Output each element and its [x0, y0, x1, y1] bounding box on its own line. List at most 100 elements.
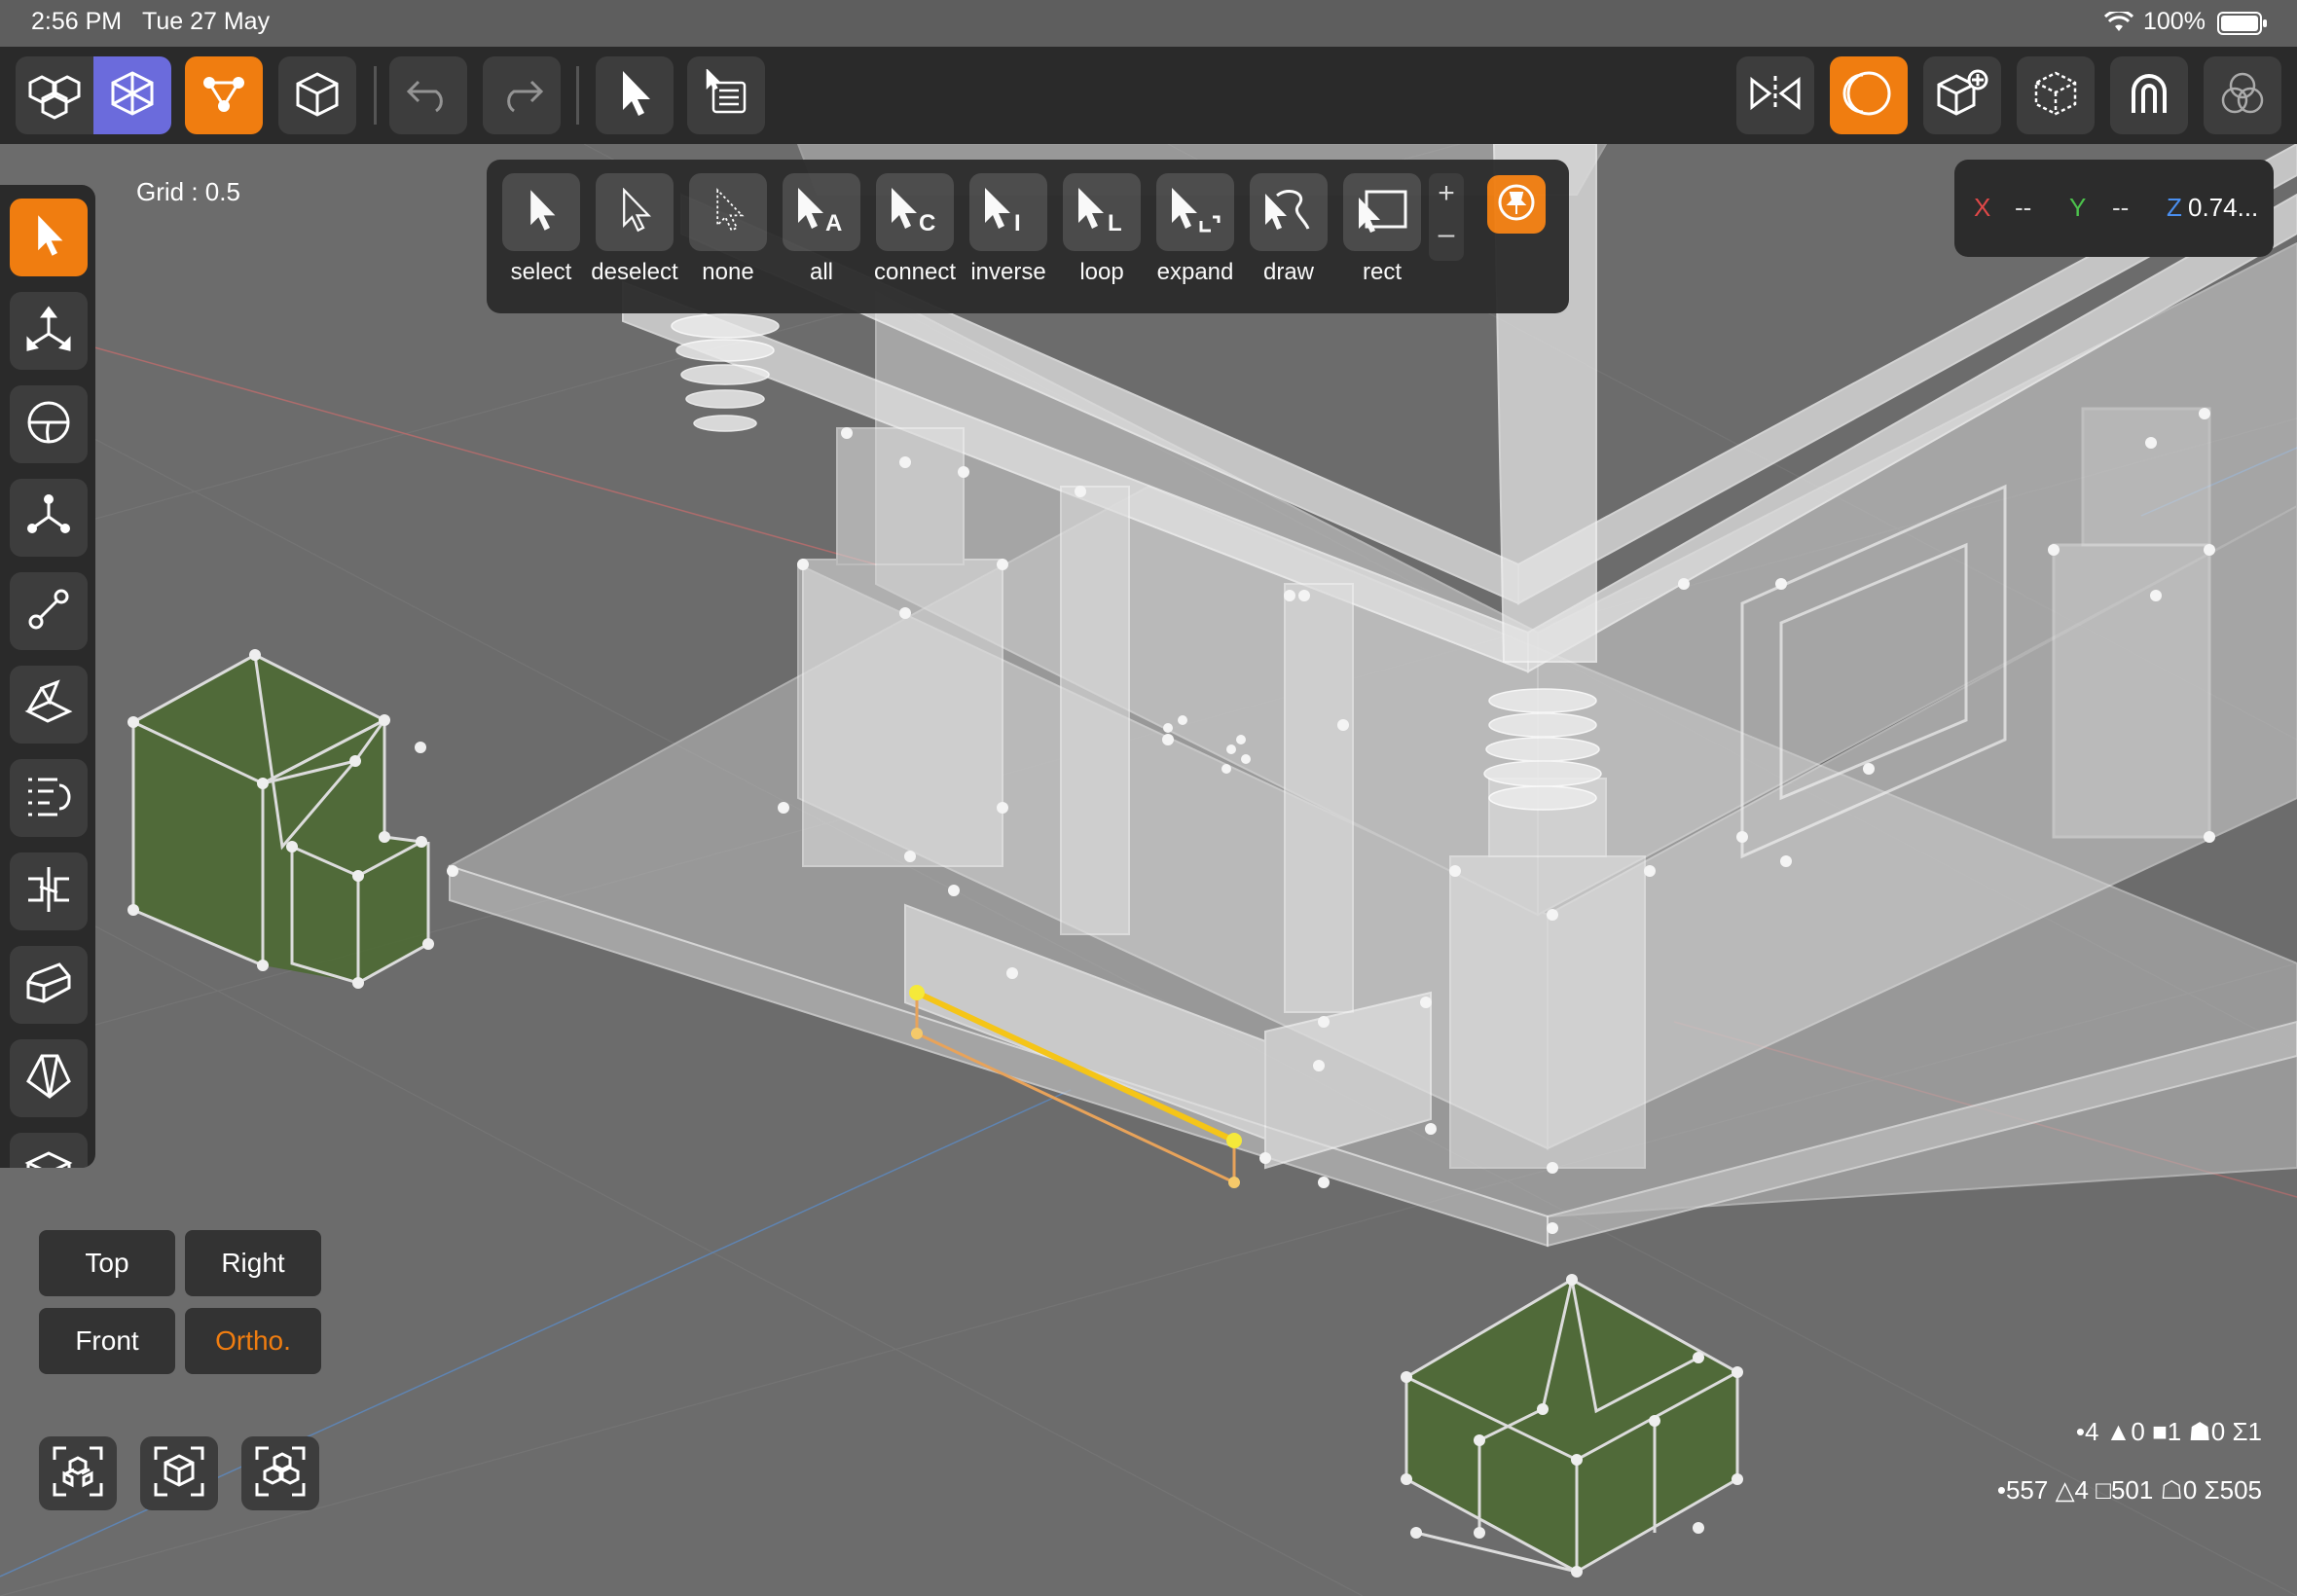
select-loop-button[interactable]: L loop — [1063, 173, 1141, 294]
arrow-c-icon: C — [886, 186, 944, 239]
all-label: all — [809, 259, 833, 285]
deselect-label: deselect — [591, 259, 678, 285]
select-label: select — [510, 259, 572, 285]
frame-object-icon — [253, 1444, 308, 1504]
scene-canvas — [0, 144, 2297, 1596]
frame-all-button[interactable] — [39, 1436, 117, 1510]
rotate-tool-icon — [25, 399, 72, 451]
green-mesh-object — [128, 649, 434, 989]
xray-button[interactable] — [1830, 56, 1908, 134]
object-mode-button[interactable] — [16, 56, 93, 134]
wifi-icon — [2103, 9, 2134, 38]
move-tool-icon — [24, 305, 73, 358]
view-front-button[interactable]: Front — [39, 1308, 175, 1374]
edit-mesh-button[interactable] — [93, 56, 171, 134]
frame-all-icon — [51, 1444, 105, 1504]
undo-button[interactable] — [389, 56, 467, 134]
svg-text:A: A — [825, 210, 842, 235]
deselect-button[interactable]: deselect — [591, 173, 678, 294]
split-tool-icon — [24, 865, 73, 919]
arrow-expand-icon — [1166, 186, 1224, 239]
select-all-button[interactable]: A all — [783, 173, 860, 294]
arrow-draw-icon — [1259, 186, 1318, 239]
top-toolbar — [0, 47, 2297, 144]
scale-tool-button[interactable] — [10, 479, 88, 557]
bevel-tool-button[interactable] — [10, 946, 88, 1024]
arrow-dotted-icon — [711, 187, 746, 237]
select-tool-button[interactable] — [10, 199, 88, 276]
select-inverse-button[interactable]: I inverse — [969, 173, 1047, 294]
draw-label: draw — [1262, 259, 1315, 285]
y-value: -- — [2112, 193, 2130, 222]
battery-percent: 100% — [2143, 8, 2206, 35]
select-tool-icon — [31, 213, 66, 263]
zoom-plus-button[interactable]: + — [1429, 173, 1464, 214]
plane-tool-button[interactable] — [10, 1133, 88, 1168]
add-primitive-button[interactable] — [1923, 56, 2001, 134]
svg-text:L: L — [1108, 210, 1122, 235]
svg-text:C: C — [919, 210, 935, 235]
rotate-tool-button[interactable] — [10, 385, 88, 463]
view-right-button[interactable]: Right — [185, 1230, 321, 1296]
mirror-button[interactable] — [1736, 56, 1814, 134]
zoom-minus-button[interactable]: – — [1429, 214, 1464, 255]
x-label: X — [1974, 193, 1991, 222]
select-none-button[interactable]: none — [689, 173, 767, 294]
connect-vertices-button[interactable] — [10, 572, 88, 650]
split-tool-button[interactable] — [10, 852, 88, 930]
extrude-face-button[interactable] — [10, 666, 88, 744]
arrow-filled-icon — [524, 188, 559, 237]
select-expand-button[interactable]: expand — [1156, 173, 1234, 294]
left-tool-column — [0, 185, 95, 1168]
wireframe-cube-button[interactable] — [2017, 56, 2095, 134]
status-date: Tue 27 May — [142, 8, 271, 35]
undo-icon — [405, 74, 452, 118]
object-cube-button[interactable] — [278, 56, 356, 134]
battery-icon — [2217, 12, 2268, 40]
select-rect-button[interactable]: rect — [1343, 173, 1421, 294]
view-top-button[interactable]: Top — [39, 1230, 175, 1296]
grid-size-label: Grid : 0.5 — [136, 177, 240, 206]
extrude-face-icon — [24, 678, 73, 732]
select-draw-button[interactable]: draw — [1250, 173, 1328, 294]
selection-zoom-control[interactable]: + – — [1429, 173, 1464, 261]
vertex-mode-button[interactable] — [185, 56, 263, 134]
3d-viewport[interactable]: Grid : 0.5 — [0, 144, 2297, 1596]
selection-list-button[interactable] — [687, 56, 765, 134]
select-pointer-button[interactable] — [596, 56, 674, 134]
object-cube-icon — [294, 70, 341, 122]
object-mode-icon — [28, 67, 81, 125]
mesh-stats: •557 △4 □501 ☖0 Σ505 — [1996, 1475, 2262, 1505]
arrow-i-icon: I — [979, 186, 1038, 239]
z-label: Z — [2167, 193, 2182, 222]
boolean-icon — [2218, 69, 2267, 123]
arrow-l-icon: L — [1073, 186, 1131, 239]
move-tool-button[interactable] — [10, 292, 88, 370]
list-edit-button[interactable] — [10, 759, 88, 837]
add-primitive-icon — [1935, 68, 1989, 124]
z-value: 0.74... — [2188, 193, 2259, 222]
pin-icon — [1497, 183, 1536, 227]
connect-vertices-icon — [24, 585, 73, 638]
rect-label: rect — [1362, 259, 1402, 285]
frame-selected-button[interactable] — [140, 1436, 218, 1510]
select-all-mode-button[interactable]: select — [502, 173, 580, 294]
select-connected-button[interactable]: C connect — [874, 173, 956, 294]
toolbar-divider — [374, 66, 377, 125]
scale-tool-icon — [24, 491, 73, 545]
frame-object-button[interactable] — [241, 1436, 319, 1510]
magnet-snap-button[interactable] — [2110, 56, 2188, 134]
mirror-icon — [1748, 74, 1803, 118]
x-value: -- — [2015, 193, 2032, 222]
y-label: Y — [2069, 193, 2087, 222]
cube-tool-button[interactable] — [10, 1039, 88, 1117]
view-ortho-button[interactable]: Ortho. — [185, 1308, 321, 1374]
boolean-button[interactable] — [2204, 56, 2281, 134]
edit-mesh-icon — [108, 69, 157, 123]
loop-label: loop — [1079, 259, 1124, 285]
frame-selected-icon — [152, 1444, 206, 1504]
redo-button[interactable] — [483, 56, 561, 134]
magnet-snap-icon — [2126, 70, 2172, 122]
pin-toolbar-button[interactable] — [1487, 175, 1546, 234]
status-time: 2:56 PM — [31, 8, 123, 35]
